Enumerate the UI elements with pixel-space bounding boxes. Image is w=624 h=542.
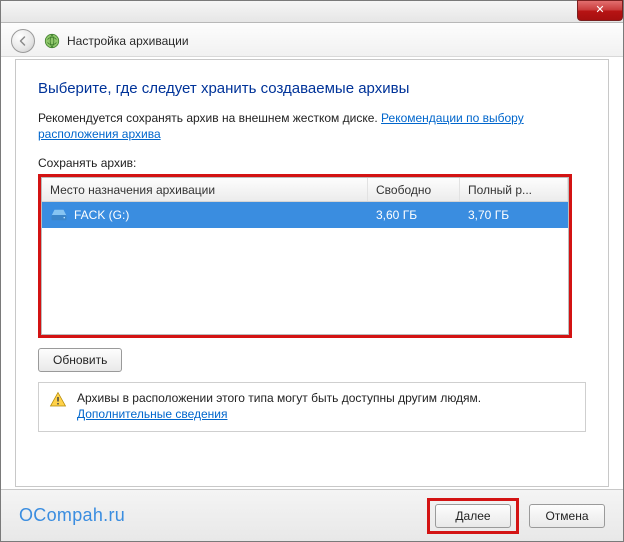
drive-icon: [50, 208, 68, 222]
cell-drive: FACK (G:): [42, 208, 368, 222]
dialog-window: ✕ Настройка архивации Выберите, где след…: [0, 0, 624, 542]
table-highlight: Место назначения архивации Свободно Полн…: [38, 174, 572, 338]
header-title: Настройка архивации: [67, 34, 189, 48]
warning-icon: [49, 391, 67, 421]
cell-drive-name: FACK (G:): [74, 208, 129, 222]
footer-buttons: Далее Отмена: [427, 498, 605, 534]
warning-link[interactable]: Дополнительные сведения: [77, 407, 227, 421]
col-destination[interactable]: Место назначения архивации: [42, 178, 368, 201]
back-button[interactable]: [11, 29, 35, 53]
backup-icon: [43, 32, 61, 50]
recommendation-prefix: Рекомендуется сохранять архив на внешнем…: [38, 111, 381, 125]
arrow-left-icon: [17, 35, 29, 47]
warning-body: Архивы в расположении этого типа могут б…: [77, 391, 481, 421]
save-location-label: Сохранять архив:: [38, 156, 586, 170]
content-area: Выберите, где следует хранить создаваемы…: [15, 59, 609, 487]
footer: OCompah.ru Далее Отмена: [1, 489, 623, 541]
col-total[interactable]: Полный р...: [460, 178, 568, 201]
next-button[interactable]: Далее: [435, 504, 511, 528]
col-free[interactable]: Свободно: [368, 178, 460, 201]
close-button[interactable]: ✕: [577, 0, 623, 21]
warning-text: Архивы в расположении этого типа могут б…: [77, 391, 481, 405]
cancel-button[interactable]: Отмена: [529, 504, 605, 528]
cell-total: 3,70 ГБ: [460, 208, 568, 222]
page-heading: Выберите, где следует хранить создаваемы…: [38, 80, 586, 97]
refresh-button[interactable]: Обновить: [38, 348, 122, 372]
titlebar: ✕: [1, 1, 623, 23]
table-header: Место назначения архивации Свободно Полн…: [42, 178, 568, 202]
next-highlight: Далее: [427, 498, 519, 534]
recommendation-text: Рекомендуется сохранять архив на внешнем…: [38, 111, 586, 142]
close-icon: ✕: [595, 4, 604, 16]
watermark: OCompah.ru: [19, 505, 125, 526]
cell-free: 3,60 ГБ: [368, 208, 460, 222]
warning-panel: Архивы в расположении этого типа могут б…: [38, 382, 586, 432]
table-row[interactable]: FACK (G:) 3,60 ГБ 3,70 ГБ: [42, 202, 568, 228]
header: Настройка архивации: [1, 23, 623, 57]
drive-table: Место назначения архивации Свободно Полн…: [41, 177, 569, 335]
